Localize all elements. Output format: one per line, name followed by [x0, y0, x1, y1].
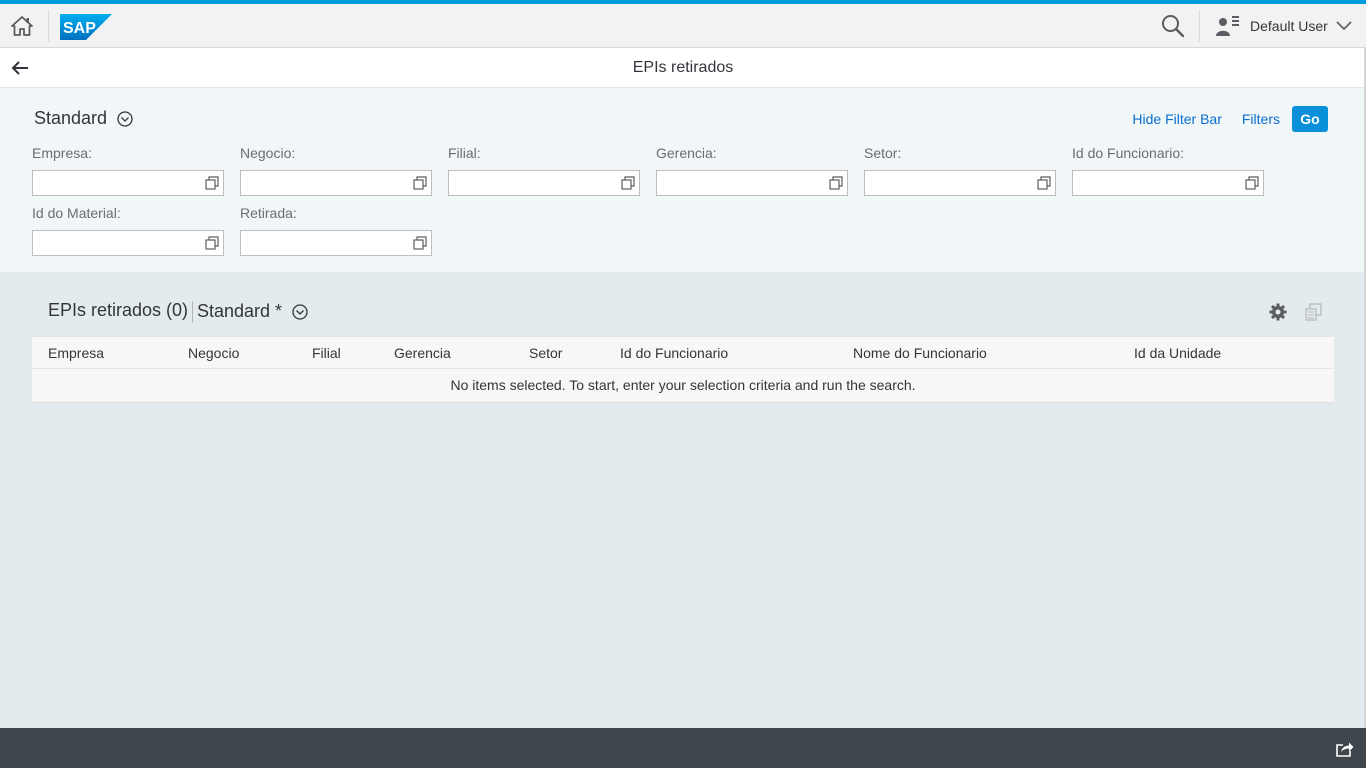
- page-title: EPIs retirados: [632, 59, 734, 76]
- filter-field-filial: Filial:: [448, 144, 640, 196]
- table-variant-label: Standard *: [197, 301, 283, 321]
- table-header: Empresa Negocio Filial Gerencia Setor Id…: [32, 336, 1334, 369]
- variant-label: Standard: [34, 108, 108, 128]
- chevron-circle-down-icon: [292, 303, 308, 320]
- export-button[interactable]: [1302, 301, 1326, 323]
- column-header-filial[interactable]: Filial: [312, 337, 341, 369]
- field-label: Negocio:: [240, 145, 296, 161]
- table-variant-selector[interactable]: Standard *: [197, 301, 308, 322]
- value-help-icon[interactable]: [205, 236, 219, 250]
- arrow-left-icon: [11, 61, 28, 75]
- column-header-setor[interactable]: Setor: [529, 337, 562, 369]
- filter-field-id-material: Id do Material:: [32, 204, 224, 256]
- column-header-negocio[interactable]: Negocio: [188, 337, 239, 369]
- filter-variant-selector[interactable]: Standard: [34, 108, 133, 129]
- user-name: Default User: [1250, 17, 1328, 34]
- home-button[interactable]: [0, 4, 44, 47]
- field-label: Filial:: [448, 145, 481, 161]
- user-icon: [1216, 15, 1239, 36]
- value-help-icon[interactable]: [829, 176, 843, 190]
- negocio-input[interactable]: [240, 170, 432, 196]
- filter-bar: Standard Hide Filter Bar Filters Go Empr…: [0, 88, 1366, 272]
- filter-field-empresa: Empresa:: [32, 144, 224, 196]
- filter-field-gerencia: Gerencia:: [656, 144, 848, 196]
- value-help-icon[interactable]: [1245, 176, 1259, 190]
- value-help-icon[interactable]: [413, 176, 427, 190]
- header-divider: [1199, 10, 1200, 42]
- svg-text:SAP: SAP: [63, 20, 96, 37]
- hide-filter-bar-button[interactable]: Hide Filter Bar: [1122, 107, 1231, 131]
- field-label: Retirada:: [240, 205, 297, 221]
- user-menu[interactable]: Default User: [1210, 4, 1352, 47]
- share-button[interactable]: [1334, 738, 1356, 760]
- no-data-message: No items selected. To start, enter your …: [32, 369, 1334, 403]
- field-label: Setor:: [864, 145, 902, 161]
- sap-logo[interactable]: SAP: [60, 14, 112, 40]
- back-button[interactable]: [6, 56, 34, 80]
- filter-field-setor: Setor:: [864, 144, 1056, 196]
- field-label: Id do Material:: [32, 205, 121, 221]
- field-label: Gerencia:: [656, 145, 717, 161]
- retirada-input[interactable]: [240, 230, 432, 256]
- export-to-excel-icon: [1305, 303, 1322, 321]
- id-material-input[interactable]: [32, 230, 224, 256]
- table-settings-button[interactable]: [1266, 301, 1290, 323]
- chevron-down-icon: [1336, 20, 1352, 30]
- field-label: Empresa:: [32, 145, 92, 161]
- filters-button[interactable]: Filters: [1232, 107, 1290, 131]
- search-button[interactable]: [1156, 10, 1190, 42]
- filter-field-id-funcionario: Id do Funcionario:: [1072, 144, 1264, 196]
- column-header-id-unidade[interactable]: Id da Unidade: [1134, 337, 1221, 369]
- value-help-icon[interactable]: [413, 236, 427, 250]
- value-help-icon[interactable]: [621, 176, 635, 190]
- setor-input[interactable]: [864, 170, 1056, 196]
- home-icon: [11, 15, 33, 36]
- table-title: EPIs retirados (0): [48, 300, 189, 320]
- page-header: EPIs retirados: [0, 48, 1366, 88]
- header-divider: [48, 10, 49, 42]
- share-icon: [1336, 742, 1354, 757]
- gear-icon: [1269, 303, 1287, 321]
- search-icon: [1162, 15, 1185, 38]
- empresa-input[interactable]: [32, 170, 224, 196]
- column-header-empresa[interactable]: Empresa: [48, 337, 104, 369]
- column-header-nome-funcionario[interactable]: Nome do Funcionario: [853, 337, 987, 369]
- filter-field-retirada: Retirada:: [240, 204, 432, 256]
- footer-bar: [0, 728, 1366, 768]
- shell-header: SAP Default User: [0, 0, 1366, 48]
- chevron-circle-down-icon: [117, 110, 133, 127]
- toolbar-separator: [192, 301, 193, 323]
- column-header-id-funcionario[interactable]: Id do Funcionario: [620, 337, 728, 369]
- value-help-icon[interactable]: [1037, 176, 1051, 190]
- filter-field-negocio: Negocio:: [240, 144, 432, 196]
- go-button[interactable]: Go: [1292, 106, 1328, 132]
- field-label: Id do Funcionario:: [1072, 145, 1185, 161]
- value-help-icon[interactable]: [205, 176, 219, 190]
- column-header-gerencia[interactable]: Gerencia: [394, 337, 451, 369]
- filial-input[interactable]: [448, 170, 640, 196]
- gerencia-input[interactable]: [656, 170, 848, 196]
- id-funcionario-input[interactable]: [1072, 170, 1264, 196]
- filter-bar-actions: Hide Filter Bar Filters Go: [1122, 106, 1328, 132]
- results-table: Empresa Negocio Filial Gerencia Setor Id…: [32, 336, 1334, 403]
